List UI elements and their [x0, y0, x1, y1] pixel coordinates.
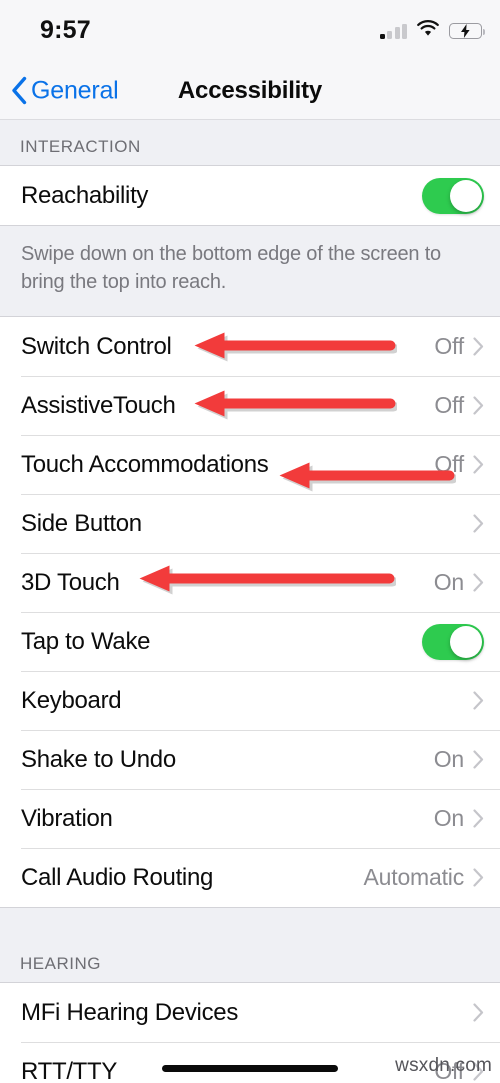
- row-accessory: On: [434, 805, 484, 832]
- row-assistive-touch[interactable]: AssistiveTouch Off: [0, 376, 500, 435]
- tap-to-wake-toggle[interactable]: [422, 623, 484, 660]
- row-label: Switch Control: [21, 332, 172, 360]
- battery-charging-icon: [449, 23, 486, 39]
- row-accessory: [464, 691, 484, 710]
- row-label: Keyboard: [21, 686, 122, 714]
- row-accessory: [422, 177, 484, 214]
- row-value: Off: [434, 333, 464, 359]
- navigation-bar: General Accessibility: [0, 62, 500, 120]
- row-label: Reachability: [21, 181, 149, 209]
- wifi-icon: [416, 20, 440, 42]
- chevron-right-icon: [473, 337, 484, 356]
- chevron-right-icon: [473, 455, 484, 474]
- row-label: 3D Touch: [21, 568, 120, 596]
- status-bar-clock: 9:57: [40, 16, 91, 44]
- row-mfi-hearing-devices[interactable]: MFi Hearing Devices: [0, 983, 500, 1042]
- row-switch-control[interactable]: Switch Control Off: [0, 317, 500, 376]
- row-value: Automatic: [363, 864, 465, 890]
- row-label: Shake to Undo: [21, 745, 176, 773]
- cellular-signal-icon: [379, 23, 407, 39]
- row-accessory: On: [434, 569, 484, 596]
- row-label: Call Audio Routing: [21, 863, 214, 891]
- status-bar-indicators: [379, 20, 486, 42]
- row-value: Off: [434, 451, 464, 477]
- page-title: Accessibility: [177, 76, 323, 104]
- group-reachability: Reachability: [0, 165, 500, 226]
- row-value: On: [433, 569, 464, 595]
- section-header-hearing: HEARING: [0, 908, 500, 982]
- row-label: Touch Accommodations: [21, 450, 269, 478]
- row-label: Side Button: [21, 509, 142, 537]
- chevron-right-icon: [473, 1003, 484, 1022]
- row-accessory: [464, 1003, 484, 1022]
- row-label: RTT/TTY: [21, 1057, 118, 1083]
- row-vibration[interactable]: Vibration On: [0, 789, 500, 848]
- row-value: On: [433, 805, 464, 831]
- row-3d-touch[interactable]: 3D Touch On: [0, 553, 500, 612]
- row-accessory: On: [434, 746, 484, 773]
- settings-list[interactable]: INTERACTION Reachability Swipe down on t…: [0, 120, 500, 1083]
- chevron-right-icon: [473, 868, 484, 887]
- row-label: AssistiveTouch: [21, 391, 176, 419]
- group-interaction-options: Switch Control Off AssistiveTouch Off To…: [0, 316, 500, 908]
- chevron-right-icon: [473, 514, 484, 533]
- row-value: On: [433, 746, 464, 772]
- status-bar: 9:57: [0, 0, 500, 62]
- row-accessory: Automatic: [364, 864, 484, 891]
- chevron-right-icon: [473, 750, 484, 769]
- section-header-interaction: INTERACTION: [0, 120, 500, 165]
- row-label: MFi Hearing Devices: [21, 998, 239, 1026]
- row-label: Tap to Wake: [21, 627, 151, 655]
- row-touch-accommodations[interactable]: Touch Accommodations Off: [0, 435, 500, 494]
- iphone-screen: 9:57 General Accessibility INTERACTION R…: [0, 0, 500, 1083]
- row-tap-to-wake[interactable]: Tap to Wake: [0, 612, 500, 671]
- row-value: Off: [434, 392, 464, 418]
- row-shake-to-undo[interactable]: Shake to Undo On: [0, 730, 500, 789]
- row-accessory: Off: [434, 333, 484, 360]
- row-side-button[interactable]: Side Button: [0, 494, 500, 553]
- watermark: wsxdn.com: [395, 1055, 492, 1076]
- row-accessory: [464, 514, 484, 533]
- chevron-right-icon: [473, 396, 484, 415]
- chevron-right-icon: [473, 691, 484, 710]
- chevron-right-icon: [473, 809, 484, 828]
- row-call-audio-routing[interactable]: Call Audio Routing Automatic: [0, 848, 500, 907]
- chevron-right-icon: [473, 573, 484, 592]
- reachability-footer-note: Swipe down on the bottom edge of the scr…: [0, 226, 500, 316]
- row-accessory: Off: [434, 392, 484, 419]
- home-indicator-bar[interactable]: [162, 1065, 338, 1072]
- reachability-toggle[interactable]: [422, 177, 484, 214]
- row-accessory: Off: [434, 451, 484, 478]
- row-label: Vibration: [21, 804, 113, 832]
- row-keyboard[interactable]: Keyboard: [0, 671, 500, 730]
- row-accessory: [422, 623, 484, 660]
- row-reachability[interactable]: Reachability: [0, 166, 500, 225]
